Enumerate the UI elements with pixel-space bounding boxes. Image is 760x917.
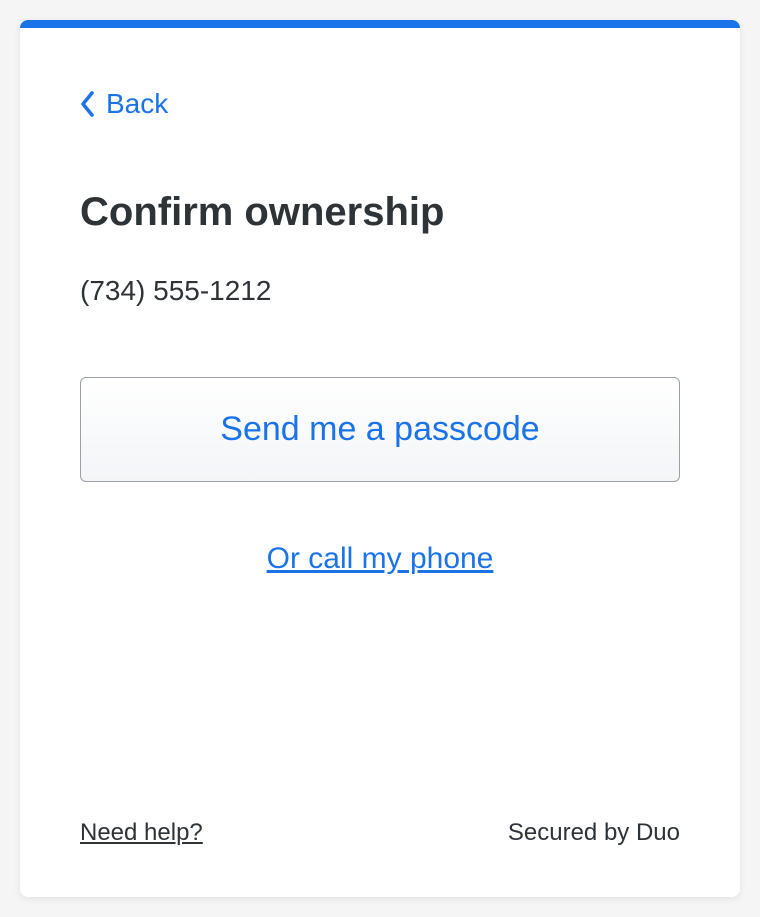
card-content: Back Confirm ownership (734) 555-1212 Se… <box>20 28 740 897</box>
back-button[interactable]: Back <box>80 88 168 120</box>
phone-number: (734) 555-1212 <box>80 275 680 307</box>
auth-card: Back Confirm ownership (734) 555-1212 Se… <box>20 20 740 897</box>
help-link[interactable]: Need help? <box>80 819 203 847</box>
back-label: Back <box>106 88 168 120</box>
footer: Need help? Secured by Duo <box>80 819 680 857</box>
send-passcode-button[interactable]: Send me a passcode <box>80 377 680 482</box>
page-title: Confirm ownership <box>80 190 680 235</box>
secured-by-text: Secured by Duo <box>508 819 680 847</box>
call-phone-link[interactable]: Or call my phone <box>267 542 494 576</box>
top-accent-bar <box>20 20 740 28</box>
chevron-left-icon <box>80 91 96 117</box>
